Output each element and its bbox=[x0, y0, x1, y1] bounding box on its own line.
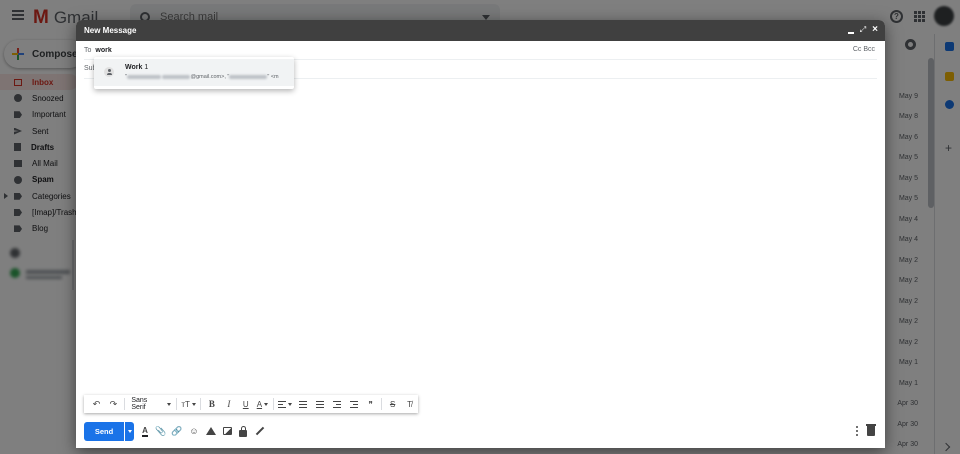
suggestion-name-match: Work bbox=[125, 64, 143, 71]
redacted-text bbox=[162, 75, 191, 79]
suggestion-email-rest: " <m bbox=[267, 74, 279, 80]
toolbar-divider bbox=[381, 398, 383, 410]
text-color-button[interactable]: A bbox=[256, 397, 269, 411]
quote-icon[interactable]: ❞ bbox=[365, 397, 377, 411]
suggestion-email-domain: @gmail.com>, " bbox=[190, 74, 230, 80]
attach-icon[interactable]: 📎 bbox=[155, 425, 167, 437]
numbered-list-icon[interactable] bbox=[297, 397, 309, 411]
signature-icon[interactable] bbox=[254, 425, 266, 437]
compose-title: New Message bbox=[84, 26, 137, 35]
bulleted-list-icon[interactable] bbox=[314, 397, 326, 411]
drive-icon[interactable] bbox=[205, 425, 217, 437]
discard-draft-icon[interactable] bbox=[866, 424, 876, 436]
formatting-toolbar: ↶ ↷ Sans Serif тT B I U A ❞ S T̸ bbox=[84, 395, 418, 413]
redacted-text bbox=[229, 75, 268, 79]
photo-icon[interactable] bbox=[221, 425, 233, 437]
indent-more-icon[interactable] bbox=[348, 397, 360, 411]
bold-icon[interactable]: B bbox=[206, 397, 218, 411]
send-button[interactable]: Send bbox=[84, 422, 124, 441]
font-select-label: Sans Serif bbox=[131, 397, 148, 411]
link-icon[interactable]: 🔗 bbox=[171, 425, 183, 437]
align-left-icon bbox=[278, 400, 287, 408]
formatting-options-icon[interactable]: A bbox=[139, 425, 151, 437]
remove-formatting-icon[interactable]: T̸ bbox=[404, 397, 416, 411]
toolbar-divider bbox=[123, 398, 125, 410]
redo-icon[interactable]: ↷ bbox=[107, 397, 119, 411]
suggestion-item[interactable]: Work 1 " @gmail.com>, " " <m bbox=[94, 59, 294, 86]
send-options-button[interactable] bbox=[125, 422, 134, 441]
compose-dialog: New Message ⤢ × To Cc Bcc Sub Work 1 " @… bbox=[76, 20, 885, 448]
text-size-icon: тT bbox=[181, 399, 190, 409]
recipient-suggestions: Work 1 " @gmail.com>, " " <m bbox=[94, 57, 294, 89]
toolbar-divider bbox=[272, 398, 274, 410]
toolbar-divider bbox=[200, 398, 202, 410]
chevron-down-icon bbox=[288, 402, 293, 406]
close-icon[interactable]: × bbox=[869, 24, 881, 36]
emoji-icon[interactable]: ☺ bbox=[188, 425, 200, 437]
font-size-button[interactable]: тT bbox=[181, 397, 196, 411]
cc-bcc-link[interactable]: Cc Bcc bbox=[853, 46, 875, 53]
text-color-icon: A bbox=[256, 399, 263, 409]
align-button[interactable] bbox=[278, 397, 293, 411]
chevron-down-icon bbox=[191, 402, 196, 406]
chevron-down-icon bbox=[264, 402, 269, 406]
to-field[interactable] bbox=[95, 46, 296, 54]
italic-icon[interactable]: I bbox=[223, 397, 235, 411]
suggestion-emails: " @gmail.com>, " " <m bbox=[125, 74, 279, 80]
contact-group-icon bbox=[104, 67, 114, 77]
redacted-text bbox=[126, 75, 161, 79]
undo-icon[interactable]: ↶ bbox=[91, 397, 103, 411]
confidential-mode-icon[interactable] bbox=[237, 425, 249, 437]
exit-fullscreen-icon[interactable]: ⤢ bbox=[857, 24, 869, 36]
more-options-icon[interactable] bbox=[855, 425, 859, 437]
toolbar-divider bbox=[175, 398, 177, 410]
minimize-icon[interactable] bbox=[845, 24, 857, 36]
strikethrough-icon[interactable]: S bbox=[387, 397, 399, 411]
to-label: To bbox=[84, 46, 92, 54]
chevron-down-icon bbox=[127, 430, 132, 433]
underline-icon[interactable]: U bbox=[240, 397, 252, 411]
font-select[interactable]: Sans Serif bbox=[129, 397, 172, 411]
chevron-down-icon bbox=[167, 402, 172, 406]
compose-header[interactable]: New Message ⤢ × bbox=[76, 20, 885, 41]
suggestion-name: Work 1 bbox=[125, 64, 148, 71]
indent-less-icon[interactable] bbox=[331, 397, 343, 411]
suggestion-name-rest: 1 bbox=[142, 64, 149, 71]
